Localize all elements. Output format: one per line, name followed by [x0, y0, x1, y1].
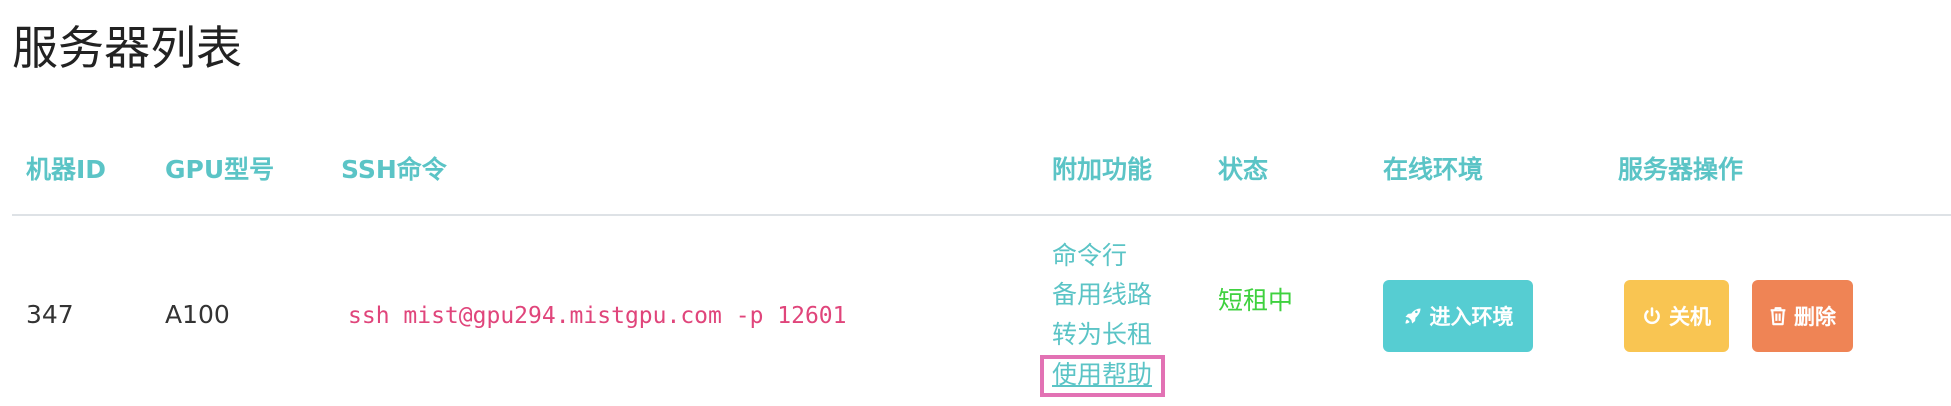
enter-environment-label: 进入环境: [1429, 305, 1514, 329]
power-icon: [1642, 306, 1662, 326]
header-ssh-command: SSH命令: [341, 155, 447, 184]
backup-route-link[interactable]: 备用线路: [1052, 277, 1152, 313]
trash-icon: [1769, 306, 1787, 326]
header-gpu-model: GPU型号: [165, 155, 275, 184]
rocket-icon: [1403, 306, 1423, 326]
header-divider: [12, 214, 1951, 216]
header-status: 状态: [1218, 155, 1269, 184]
header-online-env: 在线环境: [1383, 155, 1484, 184]
machine-id-cell: 347: [26, 300, 74, 329]
status-badge: 短租中: [1218, 286, 1294, 315]
shutdown-button[interactable]: 关机: [1624, 280, 1729, 352]
enter-environment-button[interactable]: 进入环境: [1383, 280, 1533, 352]
page-title: 服务器列表: [12, 21, 242, 75]
to-long-term-link[interactable]: 转为长租: [1052, 317, 1152, 353]
help-highlight-box: [1040, 355, 1165, 397]
gpu-model-cell: A100: [165, 300, 230, 329]
header-extras: 附加功能: [1052, 155, 1153, 184]
delete-button[interactable]: 删除: [1752, 280, 1853, 352]
ssh-command-cell[interactable]: ssh mist@gpu294.mistgpu.com -p 12601: [348, 298, 847, 334]
command-line-link[interactable]: 命令行: [1052, 238, 1127, 274]
shutdown-label: 关机: [1669, 305, 1711, 329]
header-server-ops: 服务器操作: [1618, 155, 1744, 184]
delete-label: 删除: [1794, 305, 1836, 329]
header-machine-id: 机器ID: [26, 155, 107, 184]
